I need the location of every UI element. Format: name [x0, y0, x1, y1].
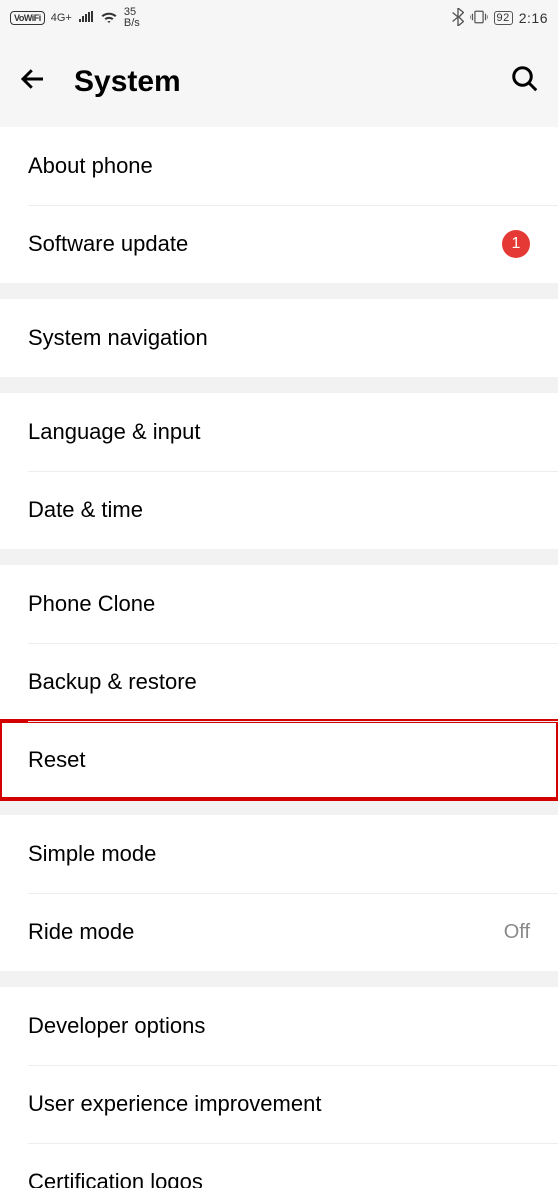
- app-header: System: [0, 36, 558, 127]
- settings-item-backup[interactable]: Backup & restore: [0, 643, 558, 721]
- item-label: Language & input: [28, 419, 530, 445]
- item-label: Developer options: [28, 1013, 530, 1039]
- item-label: Backup & restore: [28, 669, 530, 695]
- settings-item-reset[interactable]: Reset: [0, 721, 558, 799]
- settings-item-dev[interactable]: Developer options: [0, 987, 558, 1065]
- signal-icon: [78, 10, 94, 26]
- settings-group: Phone Clone Backup & restore Reset: [0, 565, 558, 799]
- item-label: Ride mode: [28, 919, 504, 945]
- settings-item-clone[interactable]: Phone Clone: [0, 565, 558, 643]
- settings-list: About phone Software update 1 System naviga…: [0, 127, 558, 1188]
- page-title: System: [74, 65, 181, 99]
- settings-item-ride[interactable]: Ride modeOff: [0, 893, 558, 971]
- item-label: Date & time: [28, 497, 530, 523]
- arrow-left-icon: [18, 64, 48, 94]
- settings-item-uximp[interactable]: User experience improvement: [0, 1065, 558, 1143]
- battery-indicator: 92: [494, 11, 513, 25]
- network-type: 4G+: [51, 12, 72, 24]
- vowifi-badge: VoWiFi: [10, 11, 45, 25]
- item-label: Phone Clone: [28, 591, 530, 617]
- settings-item-lang[interactable]: Language & input: [0, 393, 558, 471]
- bluetooth-icon: [452, 8, 464, 29]
- search-button[interactable]: [510, 64, 540, 99]
- settings-item-cert[interactable]: Certification logos: [0, 1143, 558, 1188]
- settings-item-datetime[interactable]: Date & time: [0, 471, 558, 549]
- settings-item-simple[interactable]: Simple mode: [0, 815, 558, 893]
- item-label: User experience improvement: [28, 1091, 530, 1117]
- settings-group: Simple mode Ride modeOff: [0, 815, 558, 971]
- settings-item-about[interactable]: About phone: [0, 127, 558, 205]
- item-label: About phone: [28, 153, 530, 179]
- settings-item-swupdate[interactable]: Software update 1: [0, 205, 558, 283]
- item-label: Certification logos: [28, 1169, 530, 1188]
- clock: 2:16: [519, 10, 548, 26]
- notification-badge: 1: [502, 230, 530, 258]
- settings-group: About phone Software update 1: [0, 127, 558, 283]
- back-button[interactable]: [18, 64, 48, 99]
- settings-group: Language & input Date & time: [0, 393, 558, 549]
- search-icon: [510, 64, 540, 94]
- item-label: Reset: [28, 747, 530, 773]
- vibrate-icon: [470, 9, 488, 28]
- item-label: Simple mode: [28, 841, 530, 867]
- item-value: Off: [504, 921, 530, 944]
- settings-item-sysnav[interactable]: System navigation: [0, 299, 558, 377]
- wifi-icon: [100, 10, 118, 27]
- item-label: Software update: [28, 231, 492, 257]
- item-label: System navigation: [28, 325, 530, 351]
- settings-group: System navigation: [0, 299, 558, 377]
- settings-group: Developer options User experience improve…: [0, 987, 558, 1188]
- net-speed: 35B/s: [124, 7, 140, 29]
- status-bar: VoWiFi 4G+ 35B/s 92 2:16: [0, 0, 558, 36]
